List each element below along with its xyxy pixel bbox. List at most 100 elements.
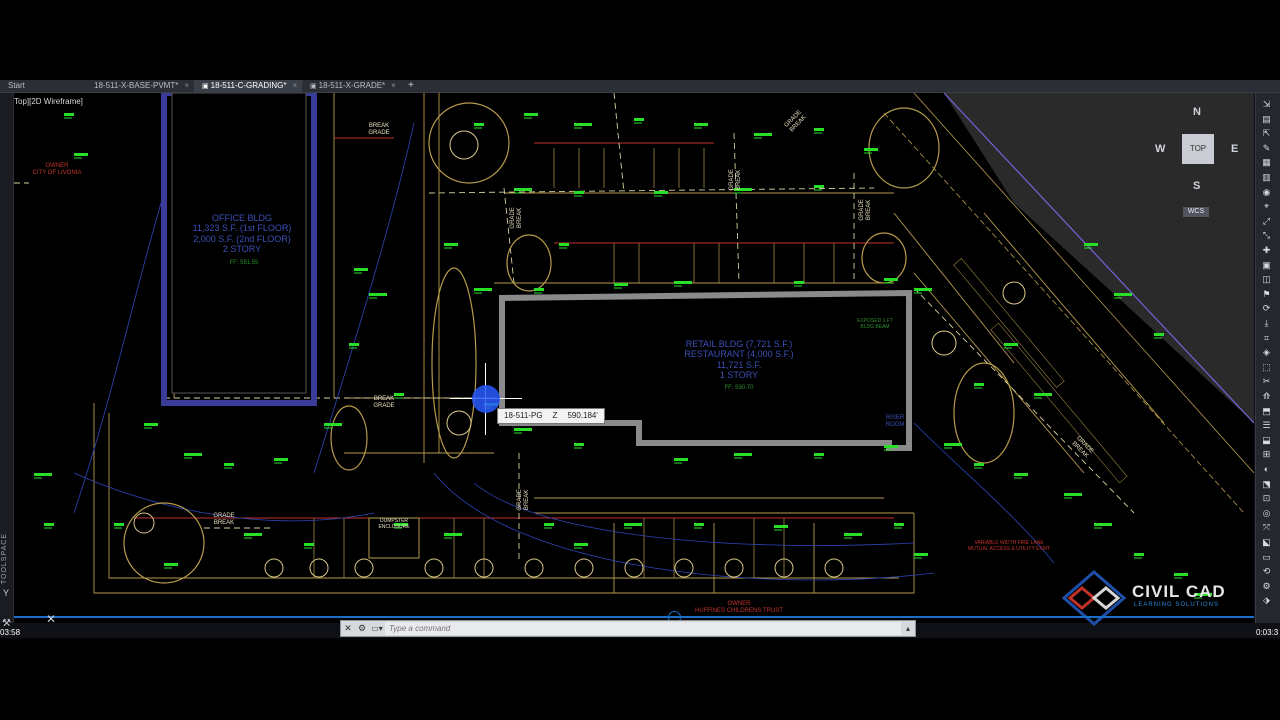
toolspace-palette[interactable]: TOOLSPACE Y ⚒ <box>0 93 14 629</box>
tooltip-value: 590.184' <box>567 411 598 420</box>
spot-elevation-tick <box>34 473 52 476</box>
node-icon[interactable]: ◈ <box>1260 347 1273 358</box>
frame-icon[interactable]: ⊡ <box>1260 493 1273 504</box>
spot-elevation-tick <box>974 383 984 386</box>
add-icon[interactable]: ✚ <box>1260 245 1273 256</box>
close-icon[interactable]: × <box>184 81 189 90</box>
command-input[interactable] <box>385 622 901 635</box>
arrow-icon[interactable]: ⤧ <box>1260 522 1273 533</box>
office-ff-label: FF: 591.55 <box>229 260 259 266</box>
riser-room-label: RISER ROOM <box>885 415 905 428</box>
compass-south[interactable]: S <box>1193 180 1200 192</box>
rectangle-icon[interactable]: ⬚ <box>1260 362 1273 373</box>
spot-elevation-tick <box>559 243 569 246</box>
spot-elevation-tick <box>574 443 584 446</box>
insert-icon[interactable]: ⊞ <box>1260 449 1273 460</box>
scale-icon[interactable]: ⤡ <box>1260 230 1273 241</box>
wrench-icon[interactable]: ⚙ <box>355 623 369 634</box>
spot-elevation-tick <box>544 523 554 526</box>
extend-icon[interactable]: ⟰ <box>1260 391 1273 402</box>
close-icon[interactable]: × <box>293 81 298 90</box>
spot-elevation-tick <box>574 543 588 546</box>
tab-x-grade[interactable]: ▣ 18-511-X-GRADE* × <box>302 80 402 92</box>
compass-west[interactable]: W <box>1155 143 1165 155</box>
view-icon[interactable]: ◫ <box>1260 274 1273 285</box>
spot-elevation-tick <box>694 123 708 126</box>
spot-elevation-tick <box>1014 473 1028 476</box>
circle-icon[interactable]: ◎ <box>1260 508 1273 519</box>
spot-elevation-tick <box>1034 393 1052 396</box>
command-dropdown-icon[interactable]: ▴ <box>901 624 915 633</box>
command-close-icon[interactable]: ✕ <box>341 623 355 634</box>
tab-base-pvmt[interactable]: 18-511-X-BASE-PVMT* × <box>86 80 194 92</box>
snap-icon[interactable]: ⌖ <box>1260 201 1273 212</box>
spot-elevation-tick <box>349 343 359 346</box>
shade-icon[interactable]: ◐ <box>1260 464 1273 475</box>
spot-elevation-tick <box>754 133 772 136</box>
fill-icon[interactable]: ⬒ <box>1260 406 1273 417</box>
layer-icon[interactable]: ▤ <box>1260 114 1273 125</box>
drawing-viewport[interactable]: Top][2D Wireframe] OFFICE BLDG 11,323 S.… <box>14 93 1254 623</box>
polyline-icon[interactable]: ⬕ <box>1260 537 1273 548</box>
spot-elevation-tick <box>914 553 928 556</box>
grade-break-label: GRADE BREAK <box>859 199 872 221</box>
tab-start[interactable]: Start <box>0 80 86 92</box>
new-tab-button[interactable]: + <box>402 80 420 92</box>
spot-elevation-tick <box>734 453 752 456</box>
spot-elevation-tick <box>574 123 592 126</box>
compass-north[interactable]: N <box>1193 106 1201 118</box>
download-icon[interactable]: ⤓ <box>1260 318 1273 329</box>
spot-elevation-tick <box>654 191 668 194</box>
viewcube-top-face[interactable]: TOP <box>1182 134 1214 164</box>
grid-icon[interactable]: ⌗ <box>1260 333 1273 344</box>
compass-east[interactable]: E <box>1231 143 1238 155</box>
spot-elevation-tick <box>304 543 314 546</box>
flag-icon[interactable]: ⚑ <box>1260 289 1273 300</box>
spot-elevation-tick <box>524 113 538 116</box>
window-icon[interactable]: ▭ <box>1260 552 1273 563</box>
refresh-icon[interactable]: ⟳ <box>1260 303 1273 314</box>
spot-elevation-tick <box>64 113 74 116</box>
edit-icon[interactable]: ✎ <box>1260 143 1273 154</box>
spot-elevation-tick <box>624 523 642 526</box>
spot-elevation-tick <box>514 428 532 431</box>
tab-c-grading[interactable]: ▣ 18-511-C-GRADING* × <box>194 80 302 92</box>
spot-elevation-tick <box>369 293 387 296</box>
section-icon[interactable]: ▥ <box>1260 172 1273 183</box>
table-icon[interactable]: ▦ <box>1260 157 1273 168</box>
trim-icon[interactable]: ✂ <box>1260 376 1273 387</box>
tooltip-axis: Z <box>552 411 558 420</box>
point-tooltip: 18-511-PG Z 590.184' <box>497 408 605 424</box>
dimension-icon[interactable]: ⇲ <box>1260 99 1273 110</box>
spot-elevation-tick <box>944 443 962 446</box>
spot-elevation-tick <box>774 525 788 528</box>
region-icon[interactable]: ⬔ <box>1260 479 1273 490</box>
hatch-icon[interactable]: ⬓ <box>1260 435 1273 446</box>
wcs-menu-button[interactable]: WCS <box>1183 207 1209 217</box>
spot-elevation-tick <box>674 458 688 461</box>
properties-icon[interactable]: ⇱ <box>1260 128 1273 139</box>
block-icon[interactable]: ▣ <box>1260 260 1273 271</box>
stretch-icon[interactable]: ⤢ <box>1260 216 1273 227</box>
undo-icon[interactable]: ⟲ <box>1260 566 1273 577</box>
video-progress-bar[interactable] <box>14 616 1254 618</box>
viewport-view-label[interactable]: Top][2D Wireframe] <box>14 97 83 106</box>
spot-elevation-tick <box>894 523 904 526</box>
list-icon[interactable]: ☰ <box>1260 420 1273 431</box>
document-tab-bar: Start 18-511-X-BASE-PVMT* × ▣ 18-511-C-GRA… <box>0 80 1280 93</box>
top-letterbox <box>0 0 1280 80</box>
spot-elevation-tick <box>1094 523 1112 526</box>
grade-break-label: GRADE BREAK <box>213 513 235 526</box>
surface-icon[interactable]: ⬗ <box>1260 595 1273 606</box>
settings-icon[interactable]: ⚙ <box>1260 581 1273 592</box>
tab-label: 18-511-C-GRADING* <box>210 81 287 90</box>
close-icon[interactable]: ✕ <box>46 612 56 626</box>
lock-icon: ▣ <box>310 83 317 90</box>
spot-elevation-tick <box>1084 243 1098 246</box>
close-icon[interactable]: × <box>391 81 396 90</box>
command-history-icon[interactable]: ▭▾ <box>369 624 385 633</box>
spot-elevation-tick <box>884 278 898 281</box>
target-icon[interactable]: ◉ <box>1260 187 1273 198</box>
site-plan-drawing <box>14 93 1254 599</box>
lock-icon: ▣ <box>202 83 209 90</box>
